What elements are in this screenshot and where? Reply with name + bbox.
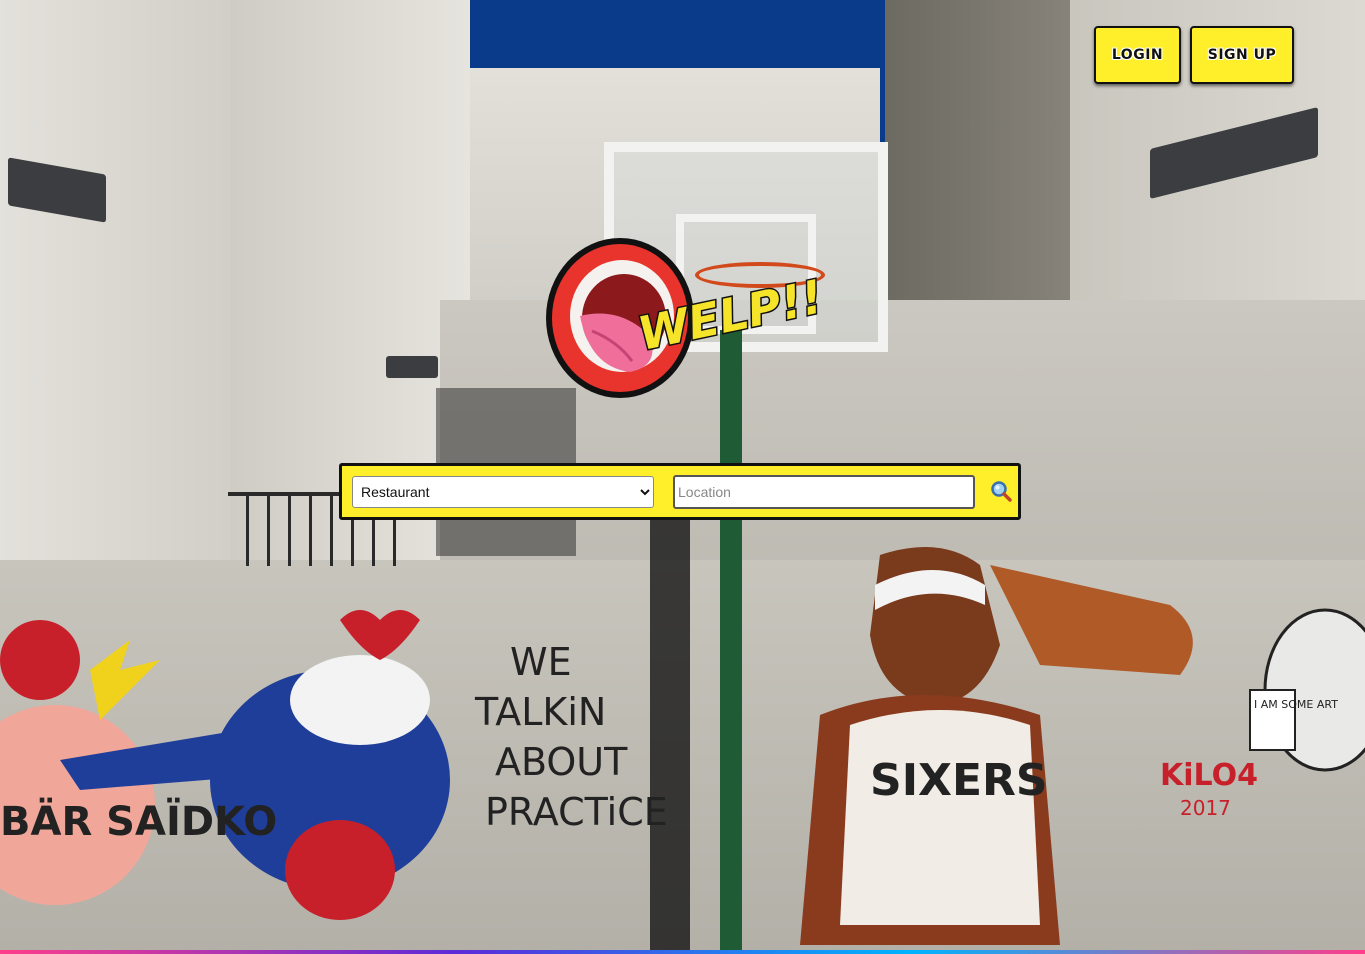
graffiti-bubble-text: I AM SOME ART bbox=[1254, 698, 1338, 711]
bottom-gradient-strip bbox=[0, 950, 1365, 954]
graffiti-tag-text: KiLO4 bbox=[1160, 758, 1258, 793]
graffiti-character-left: BÄR SAÏDKO bbox=[0, 610, 450, 920]
category-select[interactable]: Restaurant bbox=[352, 476, 654, 508]
welp-logo[interactable]: WELP!! bbox=[540, 236, 830, 406]
login-button[interactable]: LOGIN bbox=[1094, 26, 1181, 84]
basketball-pole bbox=[720, 330, 742, 954]
location-input[interactable] bbox=[673, 475, 975, 509]
graffiti-text-we-talkin: WE TALKiN ABOUT PRACTiCE bbox=[474, 640, 668, 834]
graffiti-line-1: WE bbox=[510, 640, 572, 684]
graffiti-masked-figure: I AM SOME ART KiLO4 2017 bbox=[1160, 608, 1365, 820]
search-button[interactable] bbox=[986, 476, 1016, 508]
graffiti-line-3: ABOUT bbox=[495, 740, 628, 784]
search-bar: Restaurant bbox=[339, 463, 1021, 520]
sign-up-button[interactable]: SIGN UP bbox=[1190, 26, 1294, 84]
graffiti-line-4: PRACTiCE bbox=[485, 790, 668, 834]
graffiti-text-left: BÄR SAÏDKO bbox=[0, 797, 277, 845]
magnifier-icon bbox=[991, 480, 1012, 502]
graffiti-jersey-text: SIXERS bbox=[870, 755, 1048, 806]
graffiti-line-2: TALKiN bbox=[474, 690, 606, 734]
right-building-shadow bbox=[885, 0, 1095, 320]
graffiti-tag-year: 2017 bbox=[1180, 796, 1231, 820]
street-lamp bbox=[386, 356, 438, 378]
